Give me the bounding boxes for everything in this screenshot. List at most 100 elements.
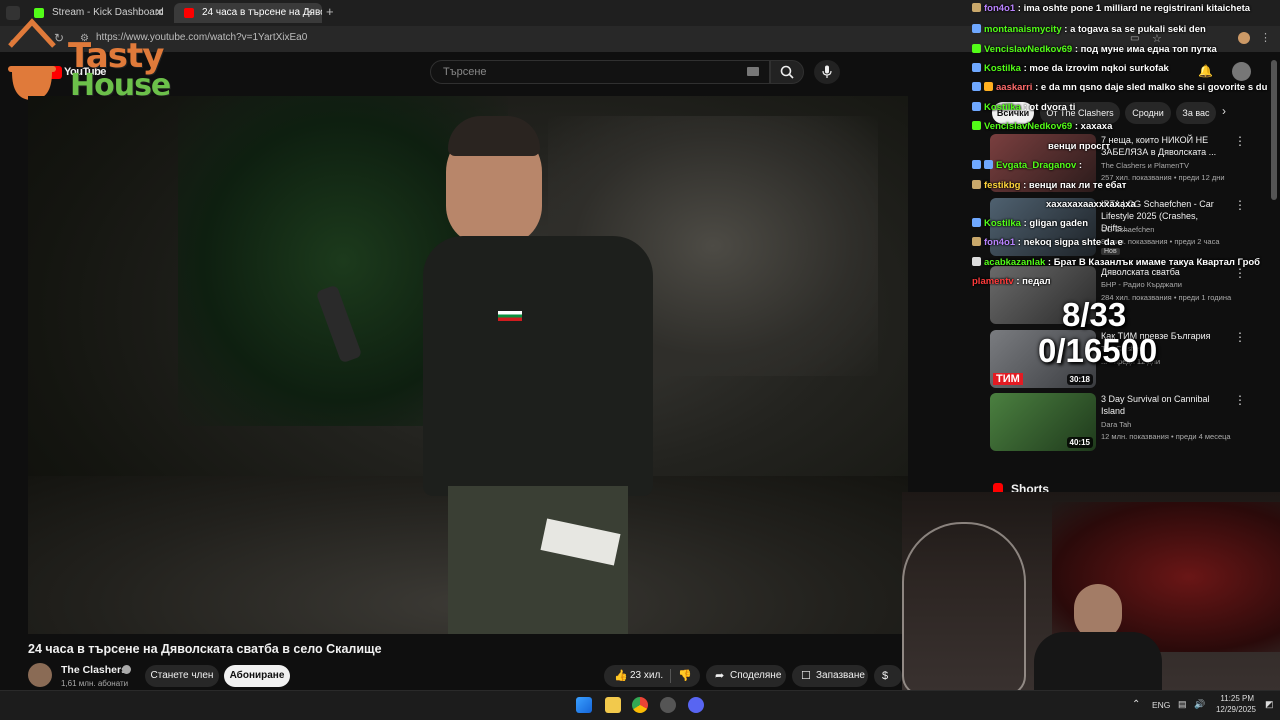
recommendation-item[interactable]: 40:15 3 Day Survival on Cannibal Island … xyxy=(990,393,1246,451)
youtube-icon xyxy=(184,8,194,18)
chat-username: VencislavNedkov69 xyxy=(984,121,1073,132)
profile-avatar[interactable] xyxy=(1238,32,1250,44)
chat-text: gligan gaden xyxy=(1029,218,1089,229)
tab-youtube-video[interactable]: 24 часа в търсене на Дяволск... ✕ xyxy=(174,3,322,23)
chat-text: a togava sa se pukali seki den xyxy=(1070,24,1206,35)
recommendation-channel[interactable]: Dara Tah xyxy=(1101,420,1131,429)
search-button[interactable] xyxy=(770,60,804,84)
save-button[interactable]: ☐ Запазване xyxy=(792,665,868,687)
chat-text: ima oshte pone 1 milliard ne registriran… xyxy=(1023,3,1251,14)
chevron-right-icon[interactable]: › xyxy=(1222,104,1226,118)
file-explorer-icon[interactable] xyxy=(605,697,621,713)
chat-username: Kostilka xyxy=(984,102,1021,113)
like-count[interactable]: 23 хил. xyxy=(630,665,663,687)
subscriber-count: 1,61 млн. абонати xyxy=(61,679,129,688)
search-input[interactable]: Търсене xyxy=(430,60,770,84)
share-button[interactable]: ➦ Споделяне xyxy=(706,665,786,687)
thanks-icon: $ xyxy=(882,670,889,682)
chip-for-you[interactable]: За вас xyxy=(1176,102,1216,124)
chip-related[interactable]: Сродни xyxy=(1125,102,1171,124)
windows-start-icon[interactable] xyxy=(576,697,592,713)
chat-username: montanaismycity xyxy=(984,24,1062,35)
keyboard-icon[interactable] xyxy=(747,67,759,76)
badge-icon xyxy=(972,257,981,266)
crown-icon xyxy=(984,82,993,91)
video-thumbnail[interactable]: 40:15 xyxy=(990,393,1096,451)
video-duration: 40:15 xyxy=(1066,437,1093,448)
clock-date[interactable]: 12/29/2025 xyxy=(1208,705,1256,714)
subscribe-button[interactable]: Абониране xyxy=(224,665,290,687)
chat-message: Kostilka : moe da izrovim nqkoi surkofak xyxy=(972,63,1169,74)
goal-counter-primary: 8/33 xyxy=(1062,296,1127,333)
search-placeholder: Търсене xyxy=(443,66,487,78)
tray-chevron-icon[interactable]: ⌃ xyxy=(1132,699,1140,710)
badge-icon xyxy=(972,218,981,227)
chat-text: хахахахаахххахаха xyxy=(1046,199,1136,210)
chat-username: fon4o1 xyxy=(984,3,1016,14)
recommendation-channel[interactable]: The Clashers и PlamenTV xyxy=(1101,161,1189,170)
chat-message: VencislavNedkov69 : хахаха xyxy=(972,121,1112,132)
channel-avatar[interactable] xyxy=(28,663,52,687)
microphone-icon xyxy=(822,65,832,78)
thanks-button[interactable]: $ xyxy=(874,665,902,687)
recommendation-title[interactable]: 3 Day Survival on Cannibal Island xyxy=(1101,393,1223,417)
close-icon[interactable]: ✕ xyxy=(305,3,314,23)
discord-icon[interactable] xyxy=(688,697,704,713)
chat-message: acabkazanlak : Брат В Казанлък имаме так… xyxy=(972,257,1260,268)
more-options-icon[interactable]: ⋮ xyxy=(1234,198,1246,212)
network-icon[interactable]: ▤ xyxy=(1178,699,1187,710)
channel-name[interactable]: The Clashers xyxy=(61,664,127,676)
like-divider xyxy=(670,669,671,683)
chat-message: festikbg : венци пак ли те ебат xyxy=(972,180,1126,191)
video-title: 24 часа в търсене на Дяволската сватба в… xyxy=(28,642,382,656)
chat-username: Kostilka xyxy=(984,218,1021,229)
account-avatar[interactable] xyxy=(1232,62,1251,81)
house-pot-icon xyxy=(8,18,56,100)
chat-message: хахахахаахххахаха xyxy=(1046,199,1136,210)
badge-icon xyxy=(972,121,981,130)
chat-text: moe da izrovim nqkoi surkofak xyxy=(1029,63,1169,74)
chrome-icon[interactable] xyxy=(632,697,648,713)
thumbs-up-icon[interactable]: 👍 xyxy=(614,665,628,687)
badge-icon xyxy=(972,180,981,189)
search-icon xyxy=(780,65,794,79)
chat-message: montanaismycity : a togava sa se pukali … xyxy=(972,24,1206,35)
recommendation-channel[interactable]: БНР - Радио Кърджали xyxy=(1101,280,1182,289)
chat-text: хахаха xyxy=(1080,121,1113,132)
chat-message: fon4o1 : nekoq sigpa shte da e xyxy=(972,237,1123,248)
chat-username: Evgata_Draganov xyxy=(996,160,1077,171)
new-tab-icon[interactable]: + xyxy=(326,4,334,19)
webcam-overlay xyxy=(902,492,1280,700)
recommendation-channel[interactable]: OG Schaefchen xyxy=(1101,225,1154,234)
chat-username: fon4o1 xyxy=(984,237,1016,248)
more-options-icon[interactable]: ⋮ xyxy=(1234,266,1246,280)
save-icon: ☐ xyxy=(801,670,811,682)
chat-text: Брат В Казанлък имаме такуа Квартал Гроб xyxy=(1053,257,1261,268)
page-scrollbar[interactable] xyxy=(1271,60,1277,200)
recommendation-title[interactable]: 7 неща, които НИКОЙ НЕ ЗАБЕЛЯЗА в Дяволс… xyxy=(1101,134,1223,158)
more-options-icon[interactable]: ⋮ xyxy=(1234,330,1246,344)
chat-username: acabkazanlak xyxy=(984,257,1046,268)
tab-label: Stream - Kick Dashboard xyxy=(52,7,164,18)
close-icon[interactable]: ✕ xyxy=(155,3,164,23)
volume-icon[interactable]: 🔊 xyxy=(1194,699,1205,710)
new-badge: Нов xyxy=(1101,248,1120,255)
obs-icon[interactable] xyxy=(660,697,676,713)
language-indicator[interactable]: ENG xyxy=(1152,700,1170,710)
thumbs-down-icon[interactable]: 👎 xyxy=(678,665,692,687)
video-player[interactable] xyxy=(28,96,908,634)
menu-dots-icon[interactable]: ⋮ xyxy=(1260,31,1271,44)
notifications-bell-icon[interactable]: 🔔 xyxy=(1198,64,1213,78)
badge-icon xyxy=(972,237,981,246)
more-options-icon[interactable]: ⋮ xyxy=(1234,393,1246,407)
webcam-chair xyxy=(902,522,1026,696)
join-button[interactable]: Станете член xyxy=(145,665,219,687)
chat-message: венци просгт xyxy=(1048,141,1110,152)
notification-center-icon[interactable]: ◩ xyxy=(1265,699,1274,710)
more-options-icon[interactable]: ⋮ xyxy=(1234,134,1246,148)
clock-time[interactable]: 11:25 PM xyxy=(1212,694,1254,703)
chat-message: VencislavNedkov69 : под муне има една то… xyxy=(972,44,1217,55)
video-duration: 30:18 xyxy=(1066,374,1093,385)
voice-search-button[interactable] xyxy=(814,60,840,84)
chat-message: aaskarri : e da mn qsno daje sled malko … xyxy=(972,82,1267,93)
